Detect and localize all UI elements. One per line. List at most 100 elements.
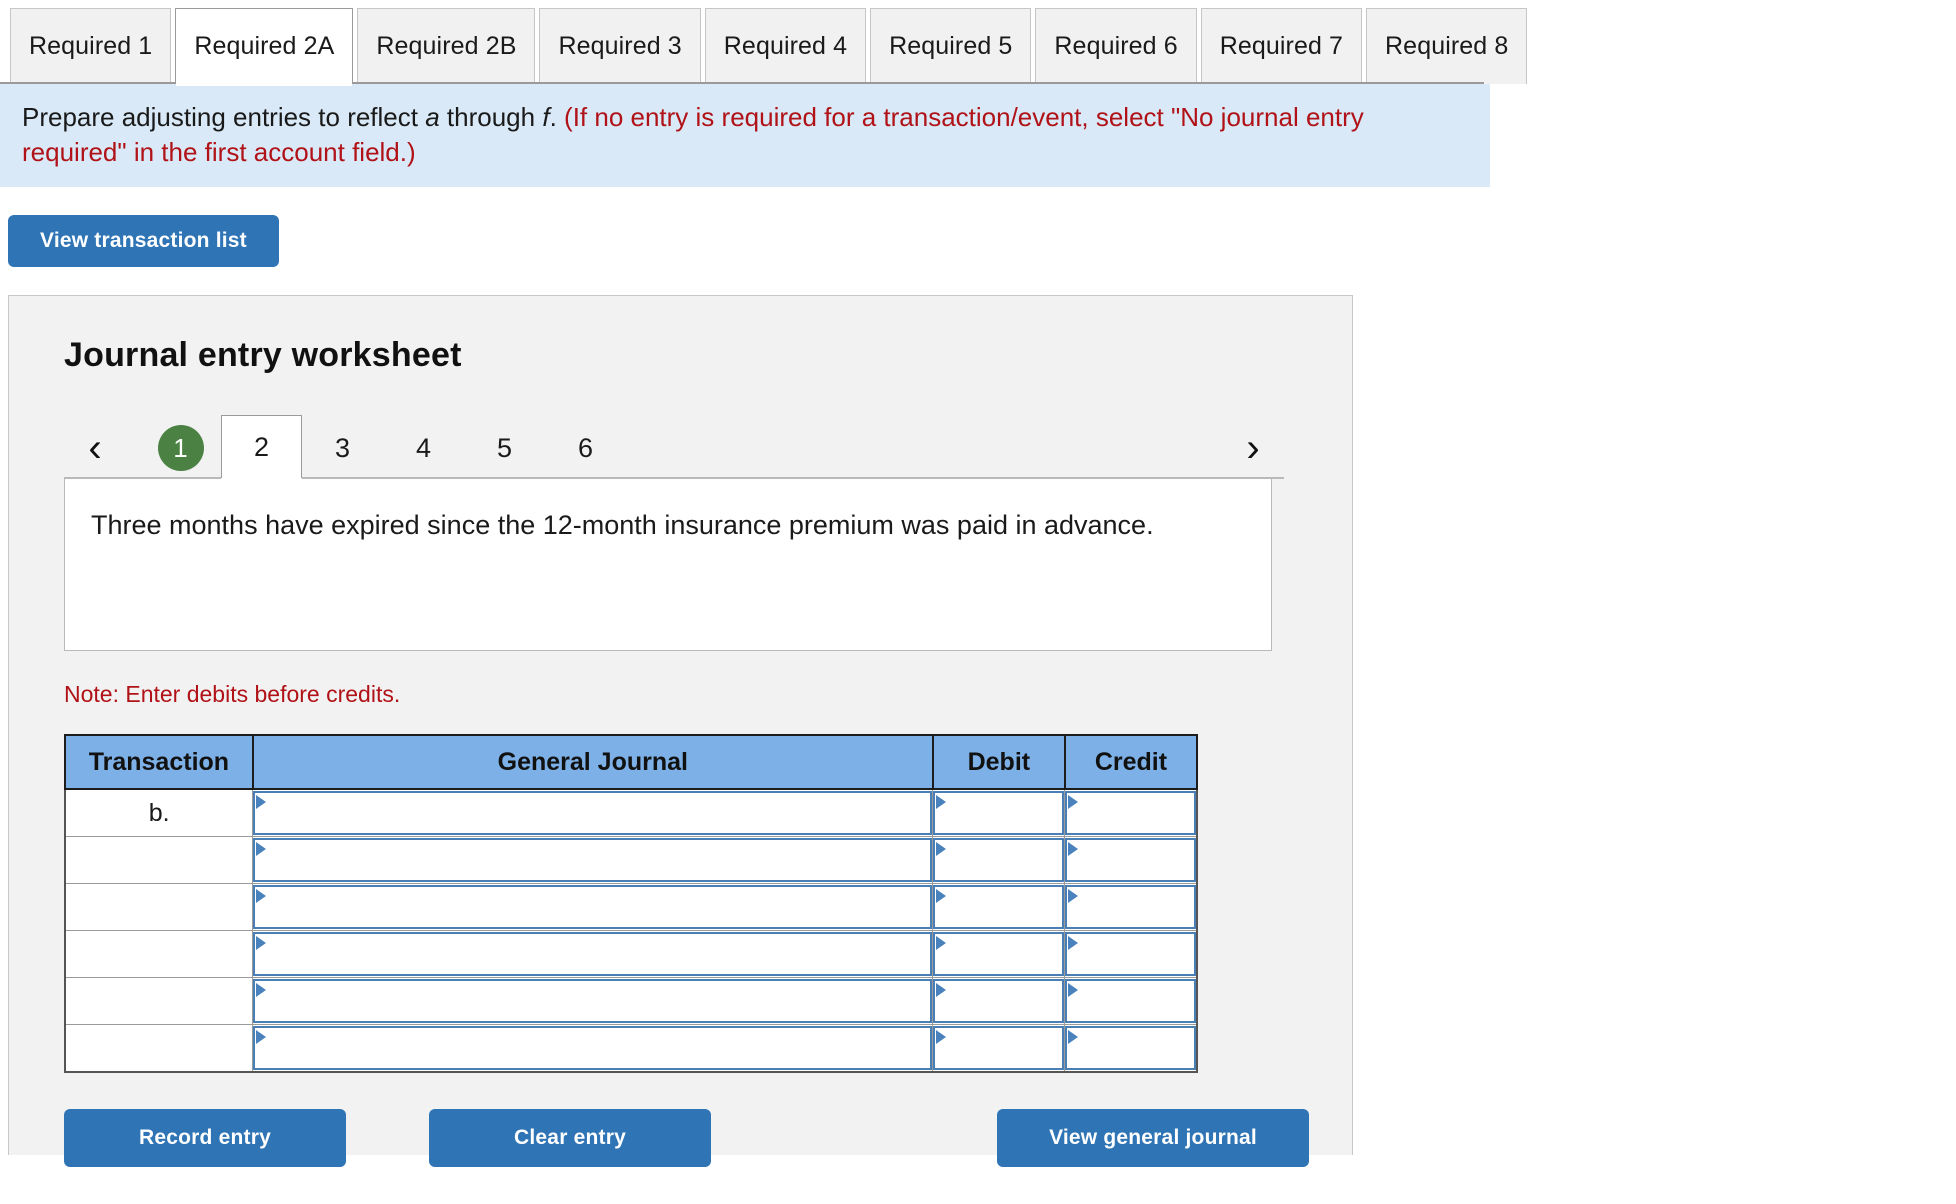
pager-page-3[interactable]: 3	[302, 417, 383, 479]
debit-cell[interactable]	[932, 788, 1066, 838]
credit-input-3[interactable]	[1065, 885, 1196, 930]
column-header-credit: Credit	[1063, 734, 1199, 791]
tab-required-6[interactable]: Required 6	[1035, 8, 1197, 84]
credit-input-1[interactable]	[1065, 791, 1196, 836]
scenario-description-box: Three months have expired since the 12-m…	[64, 479, 1272, 652]
instruction-text-1: Prepare adjusting entries to reflect	[22, 102, 426, 132]
worksheet-title: Journal entry worksheet	[64, 336, 462, 375]
transaction-label-cell	[64, 930, 254, 979]
account-select-5[interactable]	[253, 979, 933, 1024]
general-journal-cell[interactable]	[252, 883, 934, 932]
debit-input-1[interactable]	[933, 791, 1065, 836]
view-transaction-list-button[interactable]: View transaction list	[8, 215, 279, 268]
required-tabs-bar: Required 1 Required 2A Required 2B Requi…	[0, 0, 1956, 86]
top-button-row: View transaction list	[0, 187, 1956, 268]
tab-required-8[interactable]: Required 8	[1366, 8, 1528, 84]
tab-label: Required 2B	[376, 32, 517, 60]
tab-label: Required 6	[1054, 32, 1178, 60]
tab-required-1[interactable]: Required 1	[10, 8, 172, 84]
debit-cell[interactable]	[932, 836, 1066, 885]
account-select-6[interactable]	[253, 1026, 933, 1071]
credit-input-5[interactable]	[1065, 979, 1196, 1024]
tab-required-2a[interactable]: Required 2A	[175, 8, 354, 86]
credit-input-6[interactable]	[1065, 1026, 1196, 1071]
instruction-banner: Prepare adjusting entries to reflect a t…	[0, 84, 1490, 188]
credit-cell[interactable]	[1064, 1024, 1198, 1073]
credit-input-4[interactable]	[1065, 932, 1196, 977]
credit-cell[interactable]	[1064, 836, 1198, 885]
general-journal-cell[interactable]	[252, 930, 934, 979]
debit-input-2[interactable]	[933, 838, 1065, 883]
debit-cell[interactable]	[932, 1024, 1066, 1073]
tab-label: Required 7	[1219, 32, 1344, 60]
account-select-3[interactable]	[253, 885, 933, 930]
general-journal-cell[interactable]	[252, 977, 934, 1026]
general-journal-cell[interactable]	[252, 836, 934, 885]
worksheet-inner: Journal entry worksheet ‹ 1 2 3 4 5 6 › …	[9, 296, 1352, 1169]
transaction-label-cell	[64, 883, 254, 932]
debit-input-4[interactable]	[933, 932, 1065, 977]
pager-page-1[interactable]: 1	[140, 417, 221, 479]
account-select-2[interactable]	[253, 838, 933, 883]
general-journal-cell[interactable]	[252, 788, 934, 838]
table-row	[64, 930, 1198, 979]
tab-required-3[interactable]: Required 3	[539, 8, 701, 84]
general-journal-cell[interactable]	[252, 1024, 934, 1073]
debit-cell[interactable]	[932, 977, 1066, 1026]
journal-entry-table: Transaction General Journal Debit Credit…	[64, 734, 1199, 1074]
journal-table-header-row: Transaction General Journal Debit Credit	[64, 734, 1199, 791]
view-general-journal-button[interactable]: View general journal	[997, 1109, 1309, 1168]
tab-required-2b[interactable]: Required 2B	[357, 8, 536, 84]
chevron-left-icon[interactable]: ‹	[64, 417, 126, 479]
instruction-text-3: .	[549, 102, 557, 132]
journal-entry-worksheet-panel: Journal entry worksheet ‹ 1 2 3 4 5 6 › …	[8, 295, 1353, 1168]
journal-table-head: Transaction General Journal Debit Credit	[64, 734, 1199, 791]
account-select-1[interactable]	[253, 791, 933, 836]
debit-input-5[interactable]	[933, 979, 1065, 1024]
chevron-right-icon[interactable]: ›	[1222, 417, 1284, 479]
debit-cell[interactable]	[932, 883, 1066, 932]
pager-page-label: 2	[253, 432, 270, 463]
tab-required-7[interactable]: Required 7	[1200, 8, 1363, 84]
table-row: b.	[64, 788, 1198, 838]
tab-label: Required 1	[29, 32, 153, 60]
pager-page-5[interactable]: 5	[464, 417, 545, 479]
tab-label: Required 2A	[194, 32, 335, 60]
debit-input-3[interactable]	[933, 885, 1065, 930]
column-header-debit: Debit	[931, 734, 1066, 791]
instruction-text-2: through	[439, 102, 543, 132]
scenario-text: Three months have expired since the 12-m…	[91, 510, 1154, 541]
tab-label: Required 4	[723, 32, 848, 60]
tab-required-5[interactable]: Required 5	[870, 8, 1032, 84]
tab-required-4[interactable]: Required 4	[704, 8, 867, 84]
pager-page-label: 5	[496, 432, 513, 463]
tab-label: Required 3	[558, 32, 682, 60]
credit-cell[interactable]	[1064, 977, 1198, 1026]
account-select-4[interactable]	[253, 932, 933, 977]
tab-label: Required 5	[889, 32, 1013, 60]
record-entry-button[interactable]: Record entry	[64, 1109, 346, 1168]
transaction-label-cell	[64, 977, 254, 1026]
transaction-label-cell: b.	[64, 788, 254, 838]
tab-label: Required 8	[1385, 32, 1509, 60]
journal-table-body: b.	[64, 788, 1198, 1073]
pager-page-4[interactable]: 4	[383, 417, 464, 479]
transaction-label-cell	[64, 836, 254, 885]
pager-page-label: 4	[415, 432, 432, 463]
instruction-italic-f: f	[542, 102, 550, 132]
credit-input-2[interactable]	[1065, 838, 1196, 883]
credit-cell[interactable]	[1064, 788, 1198, 838]
clear-entry-button[interactable]: Clear entry	[429, 1109, 711, 1168]
credit-cell[interactable]	[1064, 930, 1198, 979]
credit-cell[interactable]	[1064, 883, 1198, 932]
pager-number-list: 1 2 3 4 5 6	[140, 415, 626, 482]
debits-before-credits-note: Note: Enter debits before credits.	[64, 681, 401, 708]
worksheet-pager: ‹ 1 2 3 4 5 6 ›	[64, 415, 1284, 482]
pager-page-2[interactable]: 2	[221, 415, 302, 482]
debit-cell[interactable]	[932, 930, 1066, 979]
table-row	[64, 836, 1198, 885]
pager-page-label: 1	[157, 425, 204, 472]
debit-input-6[interactable]	[933, 1026, 1065, 1071]
column-header-general-journal: General Journal	[251, 734, 934, 791]
pager-page-6[interactable]: 6	[545, 417, 626, 479]
